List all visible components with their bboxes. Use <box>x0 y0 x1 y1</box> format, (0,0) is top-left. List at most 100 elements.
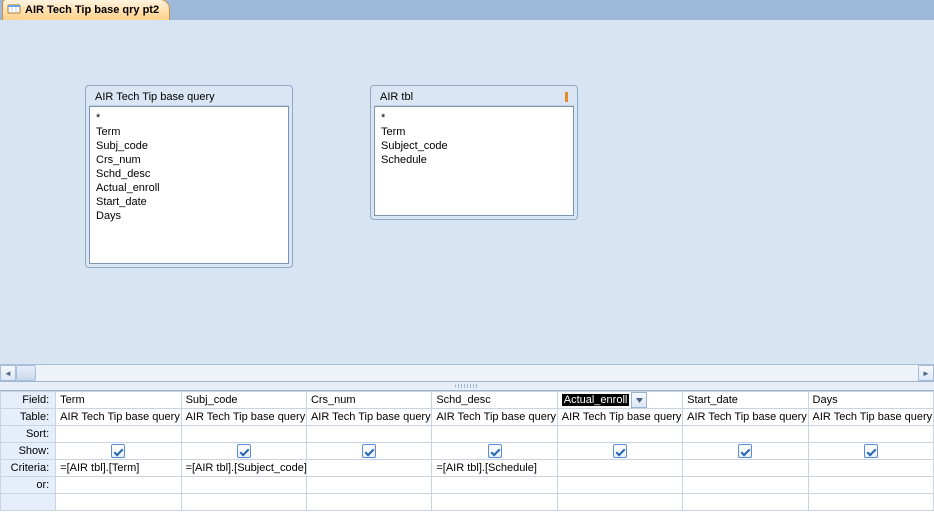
grid-cell-table[interactable]: AIR Tech Tip base query <box>56 409 181 426</box>
grid-cell-show[interactable] <box>181 443 306 460</box>
grid-cell-table[interactable]: AIR Tech Tip base query <box>683 409 808 426</box>
scroll-track[interactable] <box>36 365 918 381</box>
grid-cell-blank[interactable] <box>181 494 306 511</box>
diagram-hscrollbar[interactable]: ◄ ► <box>0 364 934 381</box>
grid-cell-table[interactable]: AIR Tech Tip base query <box>432 409 557 426</box>
grid-cell-sort[interactable] <box>306 426 431 443</box>
grid-cell-show[interactable] <box>306 443 431 460</box>
table-field[interactable]: * <box>96 111 282 125</box>
grid-cell-or[interactable] <box>808 477 933 494</box>
row-header-blank <box>1 494 56 511</box>
grid-cell-blank[interactable] <box>808 494 933 511</box>
grid-cell-criteria[interactable] <box>557 460 682 477</box>
table-field[interactable]: Subj_code <box>96 139 282 153</box>
grid-cell-table[interactable]: AIR Tech Tip base query <box>181 409 306 426</box>
show-checkbox[interactable] <box>111 444 125 458</box>
grid-cell-blank[interactable] <box>56 494 181 511</box>
grid-cell-sort[interactable] <box>557 426 682 443</box>
grid-cell-field[interactable]: Days <box>808 392 933 409</box>
grid-field-label: Crs_num <box>311 394 427 406</box>
query-tab[interactable]: AIR Tech Tip base qry pt2 <box>2 0 170 20</box>
row-header-field: Field: <box>1 392 56 409</box>
grid-field-label: Subj_code <box>186 394 302 406</box>
grid-cell-sort[interactable] <box>56 426 181 443</box>
grid-cell-criteria[interactable]: =[AIR tbl].[Subject_code] <box>181 460 306 477</box>
grid-cell-field[interactable]: Crs_num <box>306 392 431 409</box>
grid-field-label: Schd_desc <box>436 394 552 406</box>
table-box-base-query[interactable]: AIR Tech Tip base query * Term Subj_code… <box>85 85 293 268</box>
grid-field-label: Term <box>60 394 176 406</box>
field-dropdown-button[interactable] <box>631 392 647 408</box>
show-checkbox[interactable] <box>738 444 752 458</box>
scroll-thumb[interactable] <box>16 365 36 381</box>
grid-field-label: Start_date <box>687 394 803 406</box>
query-icon <box>7 2 21 19</box>
grid-cell-or[interactable] <box>683 477 808 494</box>
show-checkbox[interactable] <box>362 444 376 458</box>
grid-cell-show[interactable] <box>56 443 181 460</box>
table-title-text: AIR tbl <box>380 91 413 103</box>
grid-cell-table[interactable]: AIR Tech Tip base query <box>557 409 682 426</box>
table-field[interactable]: Schedule <box>381 153 567 167</box>
table-field[interactable]: Days <box>96 209 282 223</box>
grid-cell-table[interactable]: AIR Tech Tip base query <box>808 409 933 426</box>
table-field[interactable]: Schd_desc <box>96 167 282 181</box>
grid-cell-criteria[interactable] <box>306 460 431 477</box>
design-grid[interactable]: Field: Term Subj_code Crs_num Schd_desc Actua… <box>0 391 934 525</box>
table-field[interactable]: Start_date <box>96 195 282 209</box>
table-field[interactable]: Subject_code <box>381 139 567 153</box>
show-checkbox[interactable] <box>613 444 627 458</box>
splitter-grip-icon <box>455 384 479 388</box>
row-header-sort: Sort: <box>1 426 56 443</box>
grid-cell-sort[interactable] <box>808 426 933 443</box>
show-checkbox[interactable] <box>864 444 878 458</box>
grid-cell-or[interactable] <box>56 477 181 494</box>
scroll-right-button[interactable]: ► <box>918 365 934 381</box>
grid-cell-blank[interactable] <box>557 494 682 511</box>
table-field[interactable]: Crs_num <box>96 153 282 167</box>
table-select-mark <box>565 92 568 102</box>
pane-splitter[interactable] <box>0 381 934 391</box>
grid-cell-show[interactable] <box>683 443 808 460</box>
grid-cell-or[interactable] <box>557 477 682 494</box>
table-title-bar[interactable]: AIR tbl <box>374 89 574 106</box>
grid-selected-field-label: Actual_enroll <box>562 394 630 406</box>
show-checkbox[interactable] <box>488 444 502 458</box>
grid-cell-sort[interactable] <box>683 426 808 443</box>
table-field[interactable]: Actual_enroll <box>96 181 282 195</box>
grid-cell-sort[interactable] <box>181 426 306 443</box>
grid-cell-or[interactable] <box>181 477 306 494</box>
row-header-or: or: <box>1 477 56 494</box>
grid-cell-field[interactable]: Actual_enroll <box>557 392 682 409</box>
relationships-pane[interactable]: AIR Tech Tip base query * Term Subj_code… <box>0 20 934 364</box>
grid-cell-criteria[interactable] <box>683 460 808 477</box>
grid-cell-sort[interactable] <box>432 426 557 443</box>
grid-cell-field[interactable]: Schd_desc <box>432 392 557 409</box>
row-header-criteria: Criteria: <box>1 460 56 477</box>
grid-cell-criteria[interactable]: =[AIR tbl].[Term] <box>56 460 181 477</box>
grid-cell-criteria[interactable] <box>808 460 933 477</box>
table-field[interactable]: Term <box>381 125 567 139</box>
table-title-bar[interactable]: AIR Tech Tip base query <box>89 89 289 106</box>
grid-cell-blank[interactable] <box>432 494 557 511</box>
show-checkbox[interactable] <box>237 444 251 458</box>
grid-cell-show[interactable] <box>432 443 557 460</box>
row-header-table: Table: <box>1 409 56 426</box>
table-field[interactable]: Term <box>96 125 282 139</box>
table-title-text: AIR Tech Tip base query <box>95 91 215 103</box>
scroll-left-button[interactable]: ◄ <box>0 365 16 381</box>
grid-cell-blank[interactable] <box>683 494 808 511</box>
grid-cell-table[interactable]: AIR Tech Tip base query <box>306 409 431 426</box>
grid-cell-field[interactable]: Subj_code <box>181 392 306 409</box>
grid-cell-criteria[interactable]: =[AIR tbl].[Schedule] <box>432 460 557 477</box>
grid-cell-or[interactable] <box>306 477 431 494</box>
table-field[interactable]: * <box>381 111 567 125</box>
grid-cell-show[interactable] <box>808 443 933 460</box>
grid-cell-blank[interactable] <box>306 494 431 511</box>
grid-field-label: Days <box>813 394 929 406</box>
grid-cell-field[interactable]: Term <box>56 392 181 409</box>
table-box-air-tbl[interactable]: AIR tbl * Term Subject_code Schedule <box>370 85 578 220</box>
grid-cell-show[interactable] <box>557 443 682 460</box>
grid-cell-field[interactable]: Start_date <box>683 392 808 409</box>
grid-cell-or[interactable] <box>432 477 557 494</box>
